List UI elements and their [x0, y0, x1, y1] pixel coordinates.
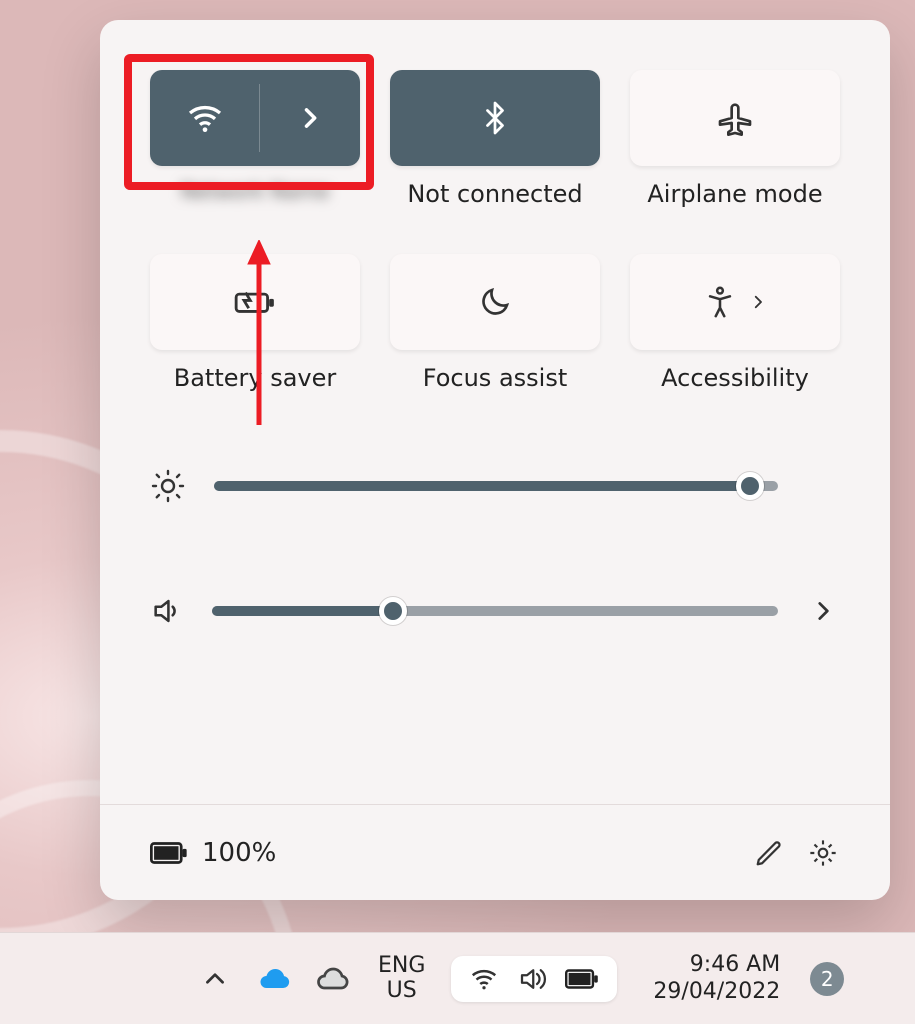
battery-status[interactable]: 100% — [150, 838, 276, 868]
cloud-icon — [256, 961, 292, 997]
volume-thumb[interactable] — [379, 597, 407, 625]
volume-output-button[interactable] — [806, 598, 840, 624]
airplane-mode-label: Airplane mode — [647, 180, 822, 210]
battery-saver-icon — [233, 284, 277, 320]
onedrive-tray-icon[interactable] — [254, 959, 294, 999]
accessibility-label: Accessibility — [661, 364, 809, 394]
battery-icon — [565, 968, 599, 990]
notification-count-badge[interactable]: 2 — [810, 962, 844, 996]
focus-assist-label: Focus assist — [423, 364, 567, 394]
battery-saver-tile[interactable] — [150, 254, 360, 350]
volume-icon — [150, 594, 184, 628]
battery-icon — [150, 840, 188, 866]
quick-settings-footer: 100% — [100, 804, 890, 900]
wifi-icon — [469, 964, 499, 994]
quick-settings-flyout: Network Name Not connected — [100, 20, 890, 900]
brightness-icon — [150, 468, 186, 504]
chevron-right-icon — [296, 104, 324, 132]
brightness-slider-row — [150, 468, 840, 504]
wifi-toggle-area[interactable] — [150, 70, 259, 166]
quick-settings-tiles: Network Name Not connected — [150, 70, 840, 428]
brightness-thumb[interactable] — [736, 472, 764, 500]
chevron-up-icon — [202, 966, 228, 992]
wifi-expand-button[interactable] — [259, 70, 360, 166]
accessibility-icon — [703, 285, 737, 319]
moon-icon — [477, 284, 513, 320]
bluetooth-icon — [477, 100, 513, 136]
airplane-icon — [715, 98, 755, 138]
language-indicator[interactable]: ENG US — [378, 954, 425, 1002]
wifi-network-name-blurred: Network Name — [155, 166, 355, 216]
battery-saver-label: Battery saver — [174, 364, 337, 394]
wifi-icon — [185, 98, 225, 138]
wifi-tile[interactable] — [150, 70, 360, 166]
weather-tray-icon[interactable] — [312, 959, 352, 999]
accessibility-tile[interactable] — [630, 254, 840, 350]
edit-quick-settings-button[interactable] — [742, 826, 796, 880]
language-top: ENG — [378, 954, 425, 978]
clock-date: 29/04/2022 — [653, 979, 780, 1005]
focus-assist-tile[interactable] — [390, 254, 600, 350]
clock-time: 9:46 AM — [690, 952, 780, 978]
settings-button[interactable] — [796, 826, 850, 880]
chevron-right-icon — [810, 598, 836, 624]
language-bottom: US — [387, 979, 417, 1003]
sliders-section — [150, 468, 840, 628]
bluetooth-label: Not connected — [407, 180, 582, 210]
taskbar-clock[interactable]: 9:46 AM 29/04/2022 — [653, 952, 780, 1005]
battery-percent: 100% — [202, 838, 276, 868]
cloud-outline-icon — [314, 961, 350, 997]
show-hidden-icons-button[interactable] — [194, 958, 236, 1000]
volume-icon — [517, 964, 547, 994]
volume-slider[interactable] — [212, 606, 778, 616]
gear-icon — [807, 837, 839, 869]
airplane-mode-tile[interactable] — [630, 70, 840, 166]
taskbar: ENG US 9:46 AM 29/04/2022 2 — [0, 932, 915, 1024]
volume-slider-row — [150, 594, 840, 628]
system-tray-group[interactable] — [451, 956, 617, 1002]
chevron-right-icon — [749, 293, 767, 311]
pencil-icon — [754, 838, 784, 868]
brightness-slider[interactable] — [214, 481, 778, 491]
bluetooth-tile[interactable] — [390, 70, 600, 166]
